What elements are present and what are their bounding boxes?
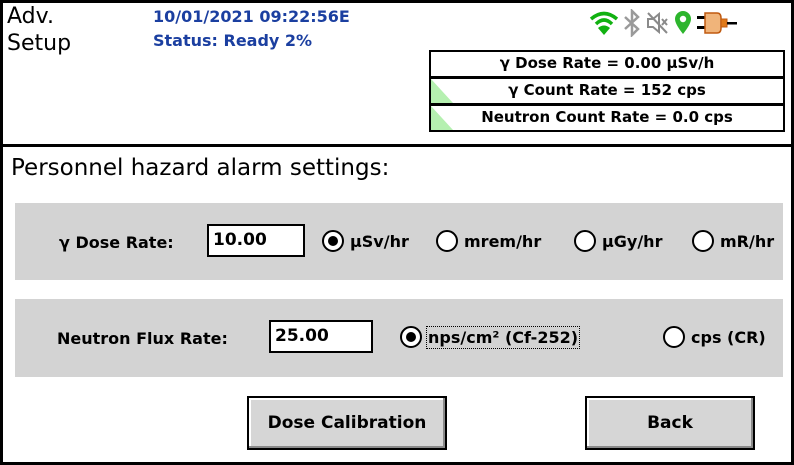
neutron-flux-rate-label: Neutron Flux Rate: [57, 329, 228, 348]
unit-mrem-hr-label: mrem/hr [464, 231, 542, 251]
gamma-dose-rate-readout: γ Dose Rate = 0.00 μSv/h [429, 50, 785, 78]
sound-muted-icon [645, 10, 671, 36]
unit-ugy-hr-label: μGy/hr [602, 231, 663, 251]
unit-cps-cr-label: cps (CR) [691, 327, 766, 347]
unit-cps-cr-radio[interactable]: cps (CR) [663, 326, 766, 348]
gamma-dose-rate-panel: γ Dose Rate: 10.00 μSv/hr mrem/hr μGy/hr… [15, 203, 783, 280]
neutron-flux-rate-panel: Neutron Flux Rate: 25.00 nps/cm² (Cf-252… [15, 299, 783, 377]
power-plug-icon [695, 10, 739, 36]
dose-calibration-button[interactable]: Dose Calibration [247, 396, 447, 450]
radio-selected-icon [322, 230, 344, 252]
unit-mrem-hr-radio[interactable]: mrem/hr [436, 230, 541, 252]
gamma-dose-rate-input[interactable]: 10.00 [207, 224, 305, 257]
radio-unselected-icon [663, 326, 685, 348]
unit-nps-cm2-radio[interactable]: nps/cm² (Cf-252) [400, 325, 581, 349]
neutron-count-rate-readout: Neutron Count Rate = 0.0 cps [429, 105, 785, 132]
radio-unselected-icon [692, 230, 714, 252]
radio-unselected-icon [574, 230, 596, 252]
neutron-flux-rate-input[interactable]: 25.00 [269, 320, 373, 353]
status-text: Status: Ready 2% [153, 31, 313, 50]
gamma-dose-rate-label: γ Dose Rate: [59, 233, 174, 252]
screen: Adv. Setup 10/01/2021 09:22:56E Status: … [0, 0, 794, 465]
unit-mr-hr-radio[interactable]: mR/hr [692, 230, 774, 252]
bluetooth-icon [621, 9, 643, 37]
header-divider [3, 144, 791, 147]
back-button[interactable]: Back [585, 396, 755, 450]
wifi-icon [589, 10, 619, 36]
status-icons [589, 9, 739, 37]
rate-level-indicator [431, 106, 453, 130]
unit-usv-hr-label: μSv/hr [350, 231, 409, 251]
section-title: Personnel hazard alarm settings: [11, 155, 390, 181]
unit-usv-hr-radio[interactable]: μSv/hr [322, 230, 409, 252]
radio-selected-icon [400, 326, 422, 348]
gamma-count-rate-readout: γ Count Rate = 152 cps [429, 78, 785, 105]
page-title: Adv. Setup [7, 4, 72, 56]
radio-unselected-icon [436, 230, 458, 252]
unit-mr-hr-label: mR/hr [720, 231, 775, 251]
rate-level-indicator [431, 79, 453, 103]
unit-ugy-hr-radio[interactable]: μGy/hr [574, 230, 662, 252]
gps-pin-icon [673, 10, 693, 36]
unit-nps-cm2-label: nps/cm² (Cf-252) [425, 325, 581, 349]
rate-readouts: γ Dose Rate = 0.00 μSv/h γ Count Rate = … [429, 50, 785, 132]
datetime-readout: 10/01/2021 09:22:56E [153, 7, 350, 26]
